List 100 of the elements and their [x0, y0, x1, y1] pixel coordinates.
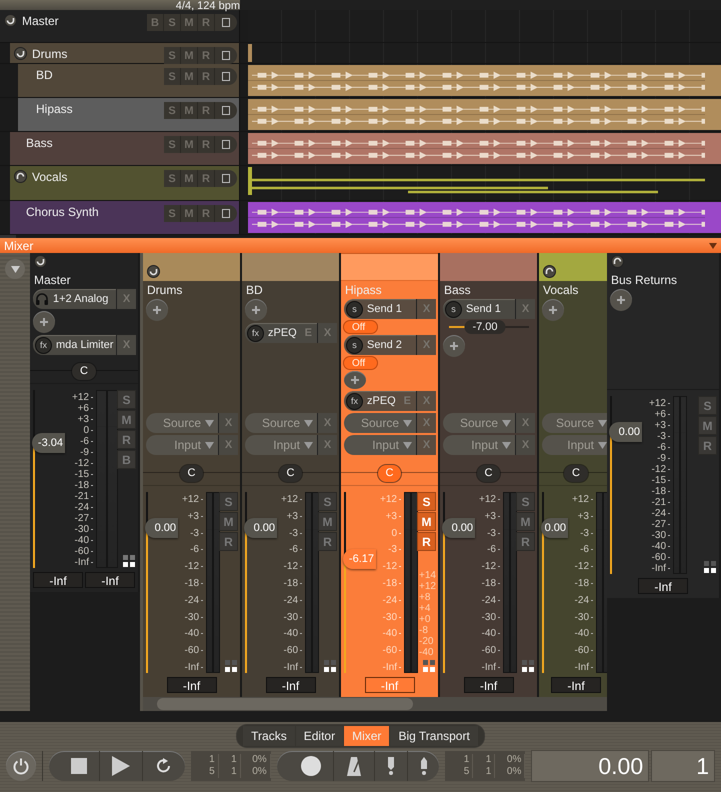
scale-label: -24 — [652, 508, 670, 519]
pan-knob[interactable]: C — [476, 464, 500, 482]
fader-handle[interactable]: -6.17 — [343, 548, 376, 569]
strip-toggle-button[interactable]: M — [219, 512, 238, 531]
strip-toggle-button[interactable]: M — [698, 416, 717, 435]
strip-toggle-button[interactable]: S — [318, 492, 337, 511]
square-icon[interactable] — [222, 106, 230, 115]
output-slot[interactable]: 1+2 Analog — [33, 289, 116, 309]
fader-handle[interactable]: 0.00 — [609, 422, 642, 442]
strip-toggle-button[interactable]: M — [417, 512, 436, 531]
add-button[interactable] — [443, 335, 465, 357]
toggle-icon[interactable] — [611, 255, 624, 268]
pan-knob[interactable]: C — [72, 362, 96, 380]
strip-toggle-button[interactable]: M — [117, 410, 136, 429]
plus-icon — [39, 317, 49, 327]
fader-handle[interactable]: 0.00 — [244, 518, 277, 538]
strip-toggle-button[interactable]: R — [117, 430, 136, 449]
scale-label: -6 — [487, 544, 500, 556]
send-amount-handle[interactable]: -7.00 — [464, 320, 506, 334]
routing-dropdown[interactable]: Source — [443, 413, 515, 433]
square-icon[interactable] — [222, 18, 230, 27]
power-button[interactable] — [6, 751, 36, 781]
square-icon[interactable] — [222, 174, 230, 183]
bus-strip[interactable]: Bus Returns 0.00 +12 +6 +3 -3 -6 -9 -12 -15 -18 -21 -24 -27 -30 -40 -60 -Inf S M R -Inf — [607, 253, 721, 598]
strip-toggle-button[interactable]: R — [219, 532, 238, 551]
add-button[interactable] — [245, 299, 267, 321]
pan-knob[interactable]: C — [564, 464, 588, 482]
square-icon[interactable] — [222, 51, 230, 60]
squares-icon[interactable] — [703, 560, 717, 574]
toggle-icon[interactable] — [34, 255, 47, 268]
fader-handle[interactable]: 0.00 — [442, 518, 475, 538]
strip-menu-button[interactable] — [5, 259, 25, 279]
strip-toggle-button[interactable]: M — [516, 512, 535, 531]
squares-icon[interactable] — [224, 659, 238, 673]
routing-dropdown[interactable]: Input — [344, 435, 416, 455]
routing-dropdown[interactable]: Source — [146, 413, 218, 433]
squares-icon[interactable] — [422, 659, 436, 673]
toggle-icon[interactable] — [543, 265, 556, 278]
strip-toggle-button[interactable]: R — [417, 532, 436, 551]
pan-knob[interactable]: C — [180, 464, 204, 482]
channel-strip[interactable]: Vocals Source Input C 0.00 +12 +3 -3 -6 -12 -18 -24 -30 -40 -60 -Inf -Inf — [539, 253, 607, 697]
scale-label: -24 — [284, 594, 302, 606]
horizontal-scrollbar[interactable] — [143, 697, 607, 711]
send-slot[interactable]: s Send 1 — [443, 299, 515, 319]
toggle-icon[interactable] — [4, 14, 17, 27]
strip-toggle-button[interactable]: S — [698, 396, 717, 415]
toggle-icon[interactable] — [14, 47, 27, 60]
fader-handle[interactable]: 0.00 — [541, 518, 568, 538]
strip-toggle-button[interactable]: R — [516, 532, 535, 551]
fader-handle[interactable]: 0.00 — [145, 518, 178, 538]
squares-icon[interactable] — [521, 659, 535, 673]
add-button[interactable] — [610, 289, 632, 311]
counter-value: 1 — [218, 754, 241, 766]
scale-label: -60 — [74, 546, 93, 557]
squares-icon[interactable] — [323, 659, 337, 673]
view-tab[interactable]: Mixer — [344, 726, 390, 746]
routing-dropdown[interactable]: Input — [542, 435, 607, 455]
toggle-icon[interactable] — [147, 265, 160, 278]
strip-toggle-button[interactable]: S — [117, 390, 136, 409]
peak-readout: -Inf — [638, 578, 688, 594]
strip-toggle-button[interactable]: S — [516, 492, 535, 511]
send-toggle[interactable]: Off — [344, 321, 378, 333]
strip-toggle-button[interactable]: S — [219, 492, 238, 511]
send-slot[interactable]: s Send 1 — [344, 299, 416, 319]
scale-label: -21 — [74, 491, 93, 502]
square-icon[interactable] — [222, 140, 230, 149]
pin-down-icon — [386, 757, 395, 775]
routing-dropdown[interactable]: Input — [146, 435, 218, 455]
fader-handle[interactable]: -3.04 — [32, 433, 65, 454]
routing-dropdown[interactable]: Input — [245, 435, 317, 455]
add-button[interactable] — [146, 299, 168, 321]
view-tab[interactable]: Tracks — [243, 726, 295, 746]
add-button[interactable] — [33, 311, 55, 333]
send-slot[interactable]: s Send 2 — [344, 335, 416, 355]
square-icon[interactable] — [222, 72, 230, 81]
caret-icon[interactable] — [709, 242, 717, 248]
strip-toggle-button[interactable]: S — [417, 492, 436, 511]
strip-toggle-button[interactable]: R — [698, 436, 717, 455]
scale-label: +12 — [572, 494, 593, 505]
routing-dropdown[interactable]: Input — [443, 435, 515, 455]
toggle-icon[interactable] — [14, 170, 27, 183]
gain-reduction-label: -40 — [419, 647, 434, 658]
strip-toggle-button[interactable]: M — [318, 512, 337, 531]
strip-toggle-button[interactable]: B — [117, 450, 136, 469]
pan-knob[interactable]: C — [278, 464, 302, 482]
send-badge: s — [445, 300, 462, 318]
plugin-slot[interactable]: fx mda Limiter — [33, 335, 116, 355]
routing-dropdown[interactable]: Source — [542, 413, 607, 433]
add-button[interactable] — [344, 371, 366, 389]
view-tab[interactable]: Big Transport — [390, 726, 478, 746]
scale-label: -24 — [184, 594, 203, 606]
pan-knob[interactable]: C — [378, 464, 402, 482]
square-icon[interactable] — [222, 209, 230, 218]
send-toggle[interactable]: Off — [344, 357, 378, 369]
routing-dropdown[interactable]: Source — [245, 413, 317, 433]
routing-dropdown[interactable]: Source — [344, 413, 416, 433]
view-tab[interactable]: Editor — [296, 726, 344, 746]
strip-toggle-button[interactable]: R — [318, 532, 337, 551]
squares-icon[interactable] — [122, 554, 136, 568]
add-button[interactable] — [542, 299, 564, 321]
